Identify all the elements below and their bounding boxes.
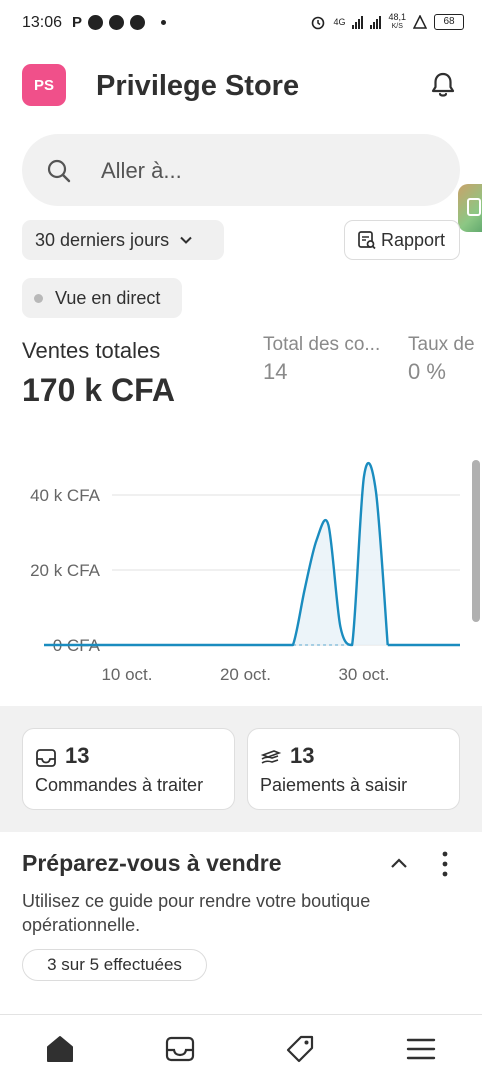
x-tick-label: 30 oct. bbox=[338, 665, 389, 684]
x-tick-label: 20 oct. bbox=[220, 665, 271, 684]
conversion-rate-value: 0 % bbox=[408, 359, 446, 384]
setup-guide-description: Utilisez ce guide pour rendre votre bout… bbox=[22, 891, 371, 935]
signal-4g-icon: 4G bbox=[333, 17, 346, 27]
scrollbar[interactable] bbox=[472, 460, 480, 622]
orders-to-process-label: Commandes à traiter bbox=[35, 775, 204, 795]
more-vertical-icon[interactable] bbox=[434, 850, 456, 878]
live-status-dot bbox=[34, 293, 43, 303]
data-speed-icon: 48,1 K/S bbox=[388, 12, 406, 31]
p-icon: P bbox=[72, 14, 83, 31]
report-button[interactable]: Rapport bbox=[344, 220, 460, 260]
telegram-icon bbox=[88, 15, 104, 30]
report-label: Rapport bbox=[381, 229, 446, 250]
menu-icon[interactable] bbox=[405, 1033, 437, 1065]
warning-icon bbox=[413, 15, 427, 29]
bell-icon[interactable] bbox=[428, 70, 458, 100]
total-sales-label[interactable]: Ventes totales bbox=[22, 338, 160, 364]
setup-progress-badge: 3 sur 5 effectuées bbox=[22, 949, 207, 981]
telegram-icon bbox=[109, 15, 125, 30]
chevron-down-icon bbox=[180, 236, 192, 244]
more-notifications-dot bbox=[161, 20, 167, 25]
store-title[interactable]: Privilege Store bbox=[96, 70, 299, 103]
live-view-button[interactable]: Vue en direct bbox=[22, 278, 182, 318]
x-tick-label: 10 oct. bbox=[101, 665, 152, 684]
store-avatar[interactable]: PS bbox=[22, 64, 66, 106]
live-view-label: Vue en direct bbox=[55, 287, 161, 308]
sales-chart[interactable]: 0 CFA20 k CFA40 k CFA10 oct. 20 oct. 30 oc… bbox=[0, 450, 482, 700]
payment-icon bbox=[260, 750, 282, 764]
notification-icons: P bbox=[72, 14, 167, 31]
payments-to-capture-label: Paiements à saisir bbox=[260, 775, 408, 795]
chevron-up-icon[interactable] bbox=[388, 853, 410, 875]
payments-to-capture-card[interactable]: 13 Paiements à saisir bbox=[247, 728, 460, 810]
home-icon[interactable] bbox=[44, 1033, 76, 1065]
status-bar: 13:06 P 4G 48,1 K/S 68 bbox=[0, 0, 482, 46]
bottom-navigation bbox=[0, 1014, 482, 1080]
inbox-icon bbox=[36, 749, 56, 767]
orders-metric-value: 14 bbox=[263, 359, 288, 384]
system-icons: 4G 48,1 K/S 68 bbox=[310, 13, 464, 31]
orders-icon[interactable] bbox=[164, 1033, 196, 1065]
y-tick-label: 40 k CFA bbox=[30, 486, 101, 505]
task-cards-area: 13 Commandes à traiter 13 Paiements à sa… bbox=[0, 706, 482, 832]
widget-icon bbox=[467, 198, 481, 216]
date-range-label: 30 derniers jours bbox=[35, 229, 170, 250]
header: PS Privilege Store bbox=[22, 64, 460, 108]
total-sales-value: 170 k CFA bbox=[22, 372, 175, 408]
conversion-rate-label[interactable]: Taux de bbox=[408, 334, 475, 356]
products-tag-icon[interactable] bbox=[284, 1033, 316, 1065]
setup-guide-title: Préparez-vous à vendre bbox=[22, 850, 282, 876]
floating-widget-tab[interactable] bbox=[458, 184, 482, 232]
orders-to-process-count: 13 bbox=[65, 743, 90, 768]
signal-icon bbox=[352, 15, 364, 29]
orders-to-process-card[interactable]: 13 Commandes à traiter bbox=[22, 728, 235, 810]
y-tick-label: 20 k CFA bbox=[30, 561, 101, 580]
status-time: 13:06 bbox=[22, 14, 63, 31]
alarm-icon bbox=[312, 16, 325, 30]
search-input[interactable]: Aller à... bbox=[101, 158, 182, 184]
date-range-selector[interactable]: 30 derniers jours bbox=[22, 220, 224, 260]
signal-icon-2 bbox=[370, 15, 382, 29]
payments-to-capture-count: 13 bbox=[290, 743, 315, 768]
battery-icon: 68 bbox=[434, 14, 464, 30]
search-bar[interactable]: Aller à... bbox=[22, 134, 460, 206]
search-icon bbox=[47, 159, 71, 183]
telegram-icon bbox=[130, 15, 146, 30]
report-icon bbox=[358, 231, 376, 250]
orders-metric-label[interactable]: Total des co... bbox=[263, 334, 380, 356]
